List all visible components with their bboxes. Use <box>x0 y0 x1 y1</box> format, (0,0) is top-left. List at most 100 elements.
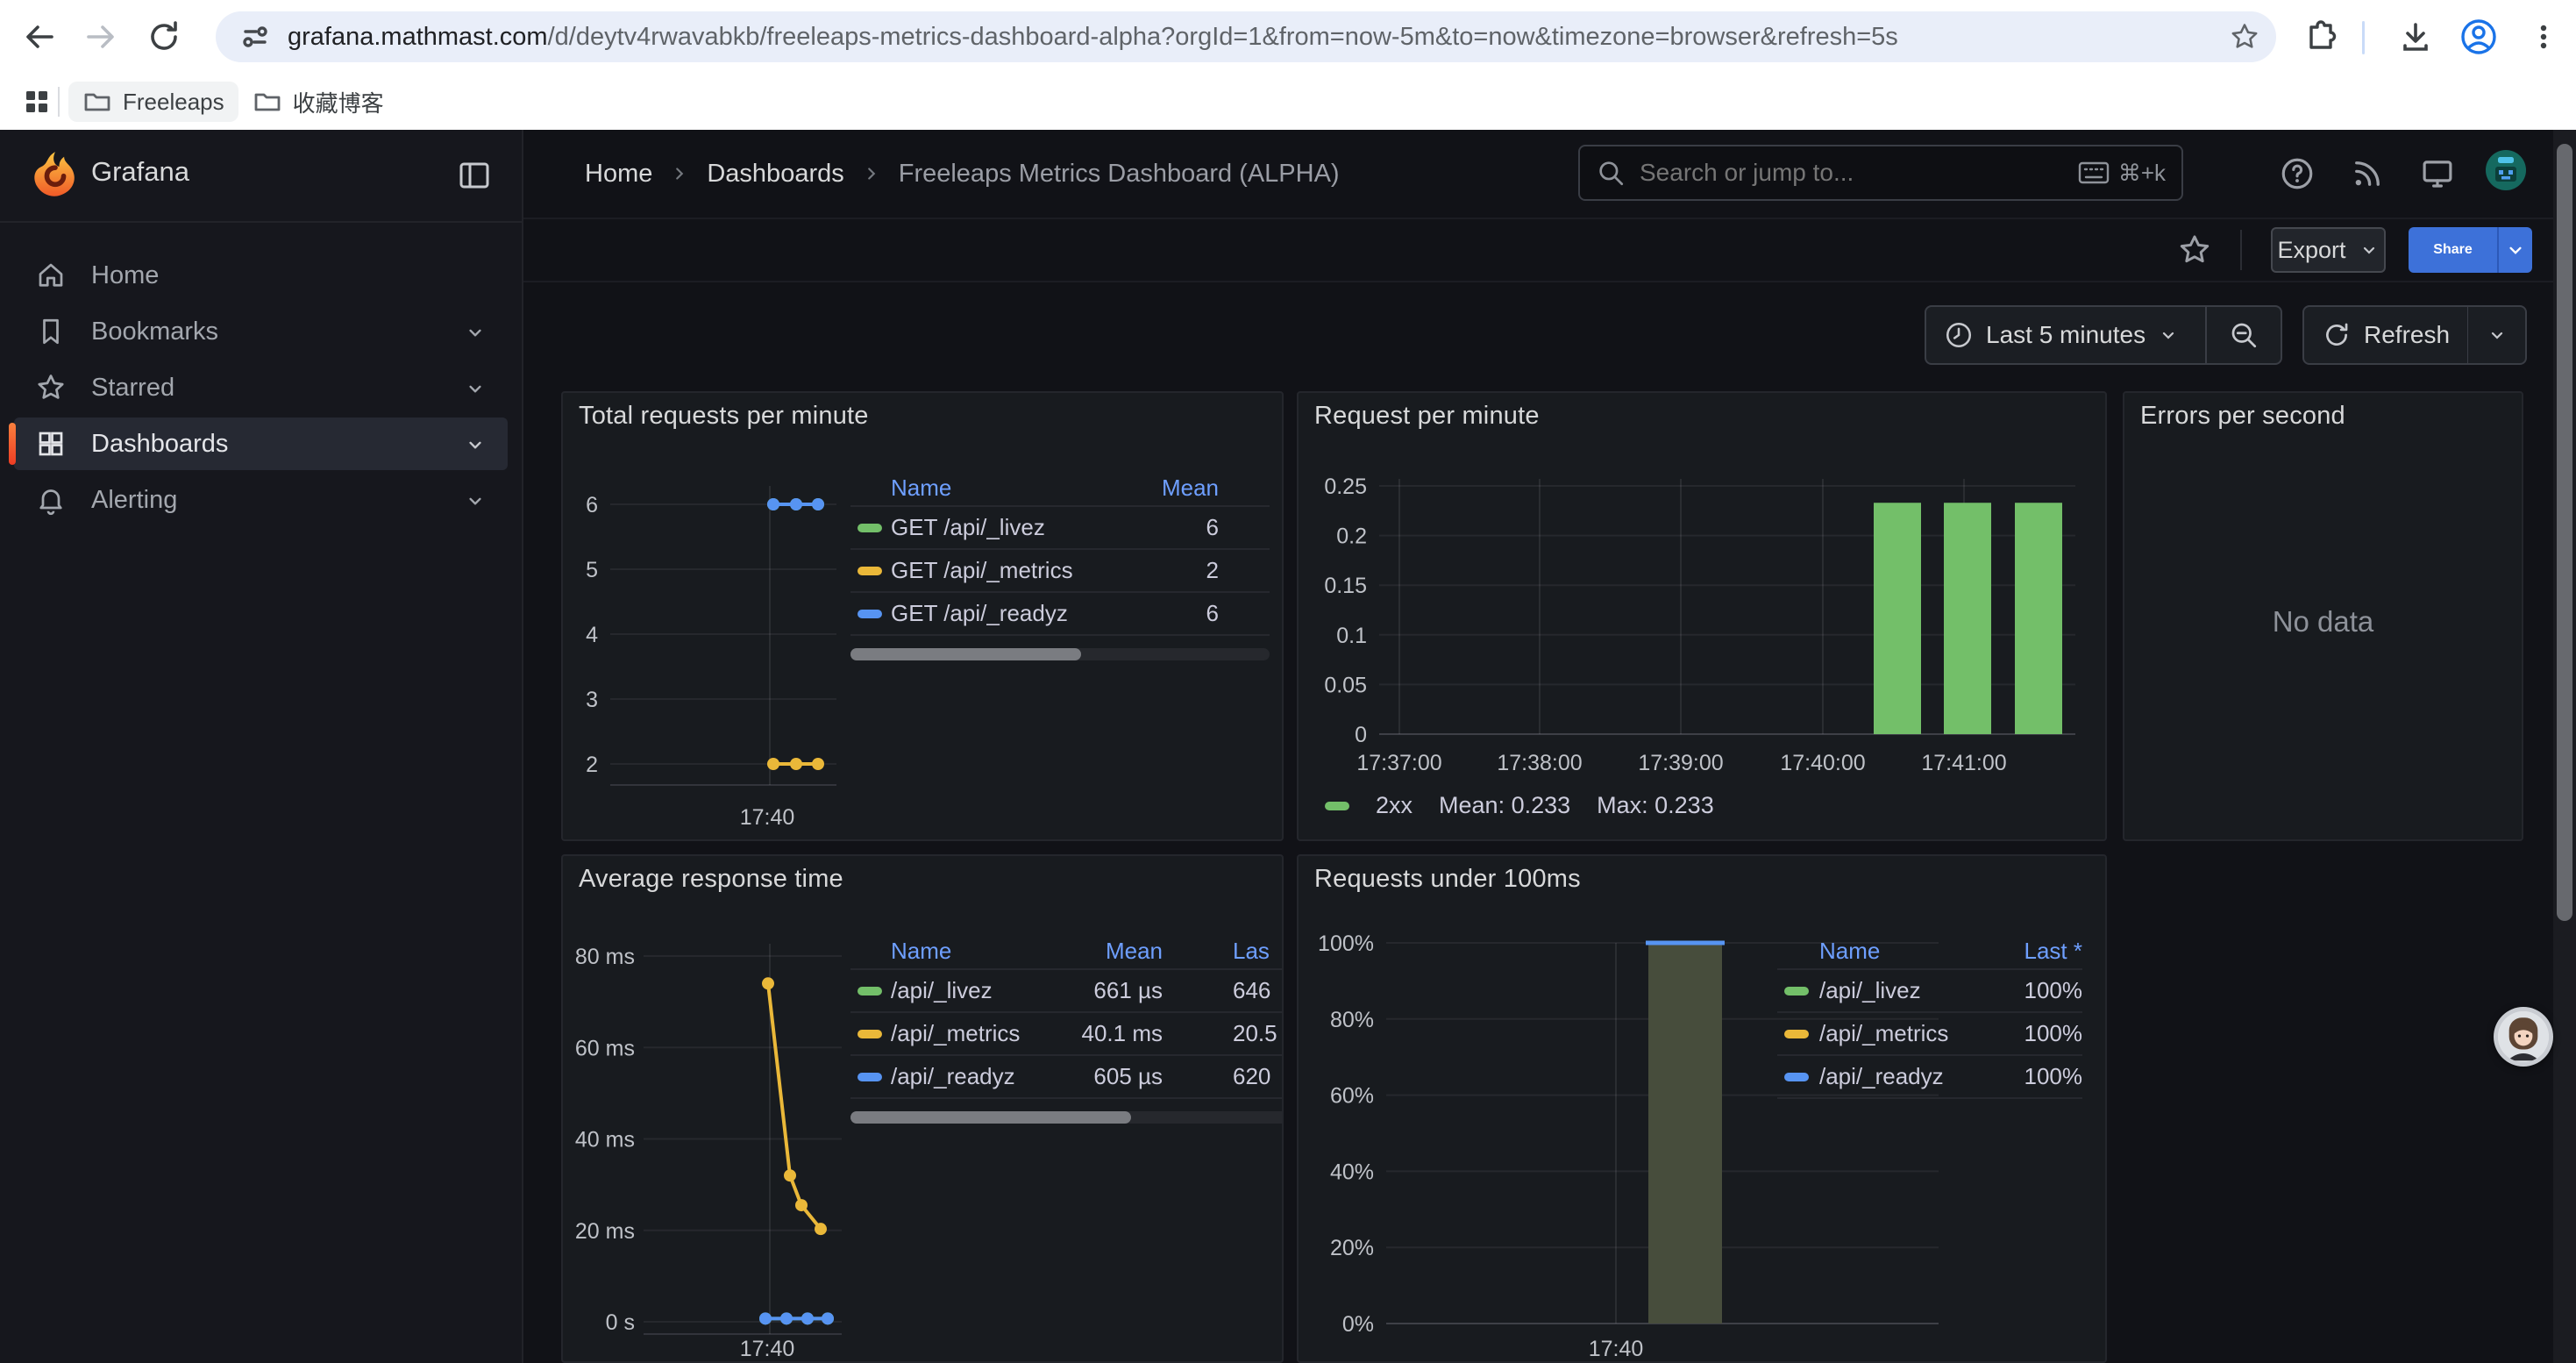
breadcrumb-separator-icon <box>670 164 689 183</box>
request-per-minute-chart[interactable]: 0.250.20.150.10.05017:37:0017:38:0017:39… <box>1299 393 2105 839</box>
breadcrumb-dashboards[interactable]: Dashboards <box>707 160 843 189</box>
apps-grid-icon[interactable] <box>21 86 53 118</box>
legend-column-header[interactable]: Name <box>891 475 1140 502</box>
user-avatar[interactable] <box>2485 149 2527 191</box>
legend-series-name[interactable]: /api/_metrics <box>1819 1020 1977 1047</box>
legend-scrollbar[interactable] <box>850 1111 1284 1124</box>
sidebar-item-bookmarks[interactable]: Bookmarks <box>14 305 508 358</box>
panel-title[interactable]: Total requests per minute <box>579 402 869 431</box>
share-menu-chevron[interactable] <box>2497 227 2532 273</box>
search-box[interactable]: ⌘+k <box>1578 145 2183 201</box>
legend-row[interactable]: GET /api/_metrics2 <box>850 548 1270 591</box>
page-scrollbar-thumb[interactable] <box>2557 144 2572 921</box>
legend-series-name[interactable]: GET /api/_readyz <box>891 600 1140 627</box>
legend-series-name[interactable]: /api/_livez <box>1819 977 1977 1004</box>
legend-row[interactable]: /api/_readyz100% <box>1777 1054 2082 1097</box>
legend-row[interactable]: GET /api/_livez6 <box>850 505 1270 548</box>
legend-series-name[interactable]: GET /api/_livez <box>891 514 1140 541</box>
legend-value: 20.5 r <box>1163 1020 1284 1047</box>
panel-errors-per-second: Errors per second No data <box>2123 391 2523 841</box>
svg-text:17:40: 17:40 <box>740 1337 795 1361</box>
svg-text:6: 6 <box>586 493 598 517</box>
legend-column-header[interactable]: Las <box>1163 938 1284 965</box>
sidebar-item-home[interactable]: Home <box>14 249 508 302</box>
legend-row[interactable]: /api/_readyz605 µs620 <box>850 1054 1284 1097</box>
brand-title[interactable]: Grafana <box>91 156 189 188</box>
reload-icon[interactable] <box>139 11 189 62</box>
legend-column-header[interactable]: Name <box>891 938 1078 965</box>
panel-title[interactable]: Requests under 100ms <box>1314 865 1581 894</box>
legend-column-header[interactable]: Last * <box>1977 938 2082 965</box>
svg-text:0.15: 0.15 <box>1324 574 1367 598</box>
page-scrollbar[interactable] <box>2553 130 2576 1363</box>
legend-series-name[interactable]: /api/_livez <box>891 977 1078 1004</box>
series-pill <box>1784 1030 1809 1038</box>
legend-row[interactable]: /api/_metrics100% <box>1777 1011 2082 1054</box>
legend-row[interactable]: /api/_metrics40.1 ms20.5 r <box>850 1011 1284 1054</box>
refresh-icon <box>2322 320 2352 350</box>
zoom-out-button[interactable] <box>2207 307 2281 363</box>
export-button[interactable]: Export <box>2271 227 2386 273</box>
browser-chrome: grafana.mathmast.com/d/deytv4rwavabkb/fr… <box>0 0 2576 130</box>
url-text[interactable]: grafana.mathmast.com/d/deytv4rwavabkb/fr… <box>288 23 1898 52</box>
legend-header: NameMeanLas <box>850 933 1284 968</box>
refresh-interval-chevron[interactable] <box>2468 307 2525 363</box>
legend-series-name[interactable]: /api/_readyz <box>891 1063 1078 1090</box>
legend-value: 646 <box>1163 977 1284 1004</box>
profile-icon[interactable] <box>2453 11 2504 62</box>
sidebar-item-label: Bookmarks <box>91 318 218 346</box>
legend-row[interactable]: GET /api/_readyz6 <box>850 591 1270 634</box>
monitor-icon[interactable] <box>2416 153 2459 195</box>
sidebar-item-alerting[interactable]: Alerting <box>14 474 508 526</box>
chevron-down-icon[interactable] <box>464 489 487 512</box>
sidebar-item-dashboards[interactable]: Dashboards <box>14 417 508 470</box>
legend-row[interactable]: /api/_livez661 µs646 <box>850 968 1284 1011</box>
share-button[interactable]: Share <box>2409 227 2532 273</box>
breadcrumb-home[interactable]: Home <box>585 160 652 189</box>
back-arrow-icon[interactable] <box>14 11 65 62</box>
legend-value: 2 <box>1140 557 1219 584</box>
legend-row[interactable]: /api/_livez100% <box>1777 968 2082 1011</box>
bookmark-icon <box>33 316 68 347</box>
panel-average-response-time: 80 ms60 ms40 ms20 ms0 s17:40 Average res… <box>561 854 1284 1363</box>
address-bar[interactable]: grafana.mathmast.com/d/deytv4rwavabkb/fr… <box>216 11 2276 62</box>
panel-title[interactable]: Errors per second <box>2140 402 2345 431</box>
legend-series-name[interactable]: GET /api/_metrics <box>891 557 1140 584</box>
floating-avatar[interactable] <box>2494 1007 2553 1067</box>
panel-requests-under-100ms: 100%80%60%40%20%0%17:40 Requests under 1… <box>1297 854 2107 1363</box>
help-icon[interactable] <box>2276 153 2318 195</box>
time-range-picker[interactable]: Last 5 minutes <box>1926 307 2205 363</box>
grafana-logo-icon[interactable] <box>32 151 79 198</box>
panel-title[interactable]: Request per minute <box>1314 402 1540 431</box>
legend-column-header[interactable]: Mean <box>1140 475 1219 502</box>
legend-series-name[interactable]: /api/_metrics <box>891 1020 1078 1047</box>
search-input[interactable] <box>1638 158 2078 188</box>
requests-under-100ms-chart[interactable]: 100%80%60%40%20%0%17:40 <box>1299 856 2105 1361</box>
news-rss-icon[interactable] <box>2346 153 2388 195</box>
panel-title[interactable]: Average response time <box>579 865 843 894</box>
chevron-down-icon[interactable] <box>464 377 487 400</box>
svg-text:17:37:00: 17:37:00 <box>1356 751 1441 775</box>
refresh-button[interactable]: Refresh <box>2304 307 2467 363</box>
svg-text:0.1: 0.1 <box>1336 624 1367 648</box>
bell-icon <box>33 484 68 516</box>
extensions-icon[interactable] <box>2295 11 2346 62</box>
download-icon[interactable] <box>2390 11 2441 62</box>
chevron-down-icon[interactable] <box>464 433 487 456</box>
legend-column-header[interactable]: Name <box>1819 938 1977 965</box>
share-button-label[interactable]: Share <box>2409 227 2497 273</box>
forward-arrow-icon[interactable] <box>75 11 126 62</box>
panel-toggle-icon[interactable] <box>457 158 492 193</box>
bookmark-folder-blogs[interactable]: 收藏博客 <box>238 82 398 122</box>
legend-scrollbar[interactable] <box>850 648 1270 660</box>
legend-series-name[interactable]: 2xx <box>1376 792 1413 819</box>
chevron-down-icon[interactable] <box>464 321 487 344</box>
bookmark-folder-freeleaps[interactable]: Freeleaps <box>68 82 238 122</box>
bookmark-star-icon[interactable] <box>2225 18 2264 56</box>
legend-column-header[interactable]: Mean <box>1078 938 1163 965</box>
kebab-menu-icon[interactable] <box>2518 11 2569 62</box>
favorite-star-icon[interactable] <box>2174 229 2216 271</box>
site-info-icon[interactable] <box>238 20 272 54</box>
sidebar-item-starred[interactable]: Starred <box>14 361 508 414</box>
legend-series-name[interactable]: /api/_readyz <box>1819 1063 1977 1090</box>
